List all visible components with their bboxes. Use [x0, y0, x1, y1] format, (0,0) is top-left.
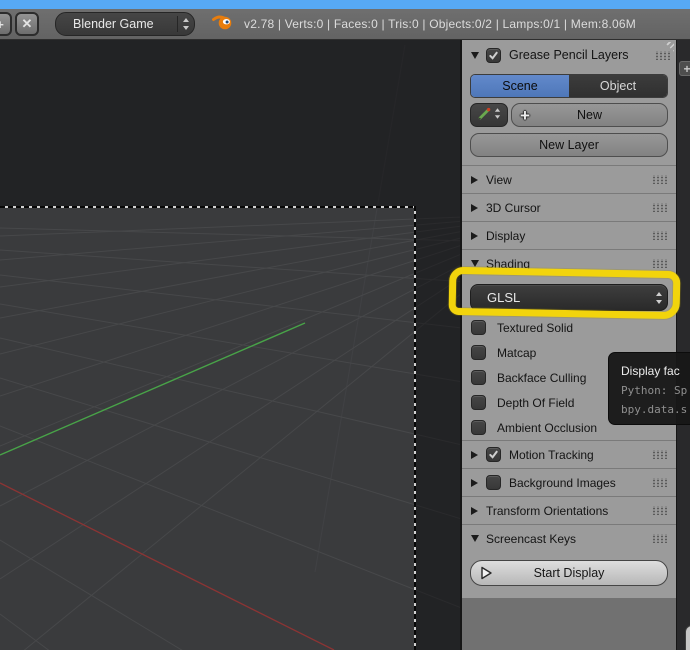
drag-grip-icon[interactable] [652, 534, 667, 543]
pencil-icon [477, 106, 492, 124]
render-border-dim-right [415, 207, 460, 650]
scene-stats-text: v2.78 | Verts:0 | Faces:0 | Tris:0 | Obj… [244, 17, 636, 31]
close-icon: ✕ [21, 16, 33, 31]
render-engine-value: Blender Game [73, 17, 154, 31]
3d-viewport[interactable] [0, 40, 460, 650]
section-view[interactable]: View [462, 165, 676, 193]
drag-grip-icon[interactable] [652, 203, 667, 212]
dropdown-stepper-icon [651, 285, 667, 310]
button-label: New Layer [539, 138, 599, 152]
render-border-dashed-top [0, 206, 416, 208]
section-3d-cursor[interactable]: 3D Cursor [462, 193, 676, 221]
gp-new-button[interactable]: + New [511, 103, 668, 127]
section-label: 3D Cursor [486, 200, 541, 215]
checkbox[interactable] [471, 370, 486, 385]
toggle-label: Textured Solid [497, 320, 574, 335]
tab-label: Scene [502, 79, 538, 93]
panel-grease-pencil-header[interactable]: Grease Pencil Layers [462, 40, 676, 66]
background-images-checkbox[interactable] [486, 475, 501, 490]
section-shading[interactable]: Shading [462, 249, 676, 277]
expand-arrow-icon [471, 203, 478, 212]
gp-new-layer-button[interactable]: New Layer [470, 133, 668, 157]
section-label: Motion Tracking [509, 447, 594, 462]
panel-title: Grease Pencil Layers [509, 48, 629, 62]
expand-arrow-icon [471, 231, 478, 240]
rail-bottom-widget[interactable] [685, 625, 690, 650]
drag-grip-icon[interactable] [655, 50, 670, 60]
drag-grip-icon[interactable] [652, 506, 667, 515]
checkbox[interactable] [471, 395, 486, 410]
plus-icon: + [0, 17, 4, 32]
tooltip-title: Display fac [621, 364, 680, 378]
tooltip-python-line: Python: Sp [621, 384, 688, 397]
tooltip-data-line: bpy.data.s [621, 403, 688, 416]
drag-grip-icon[interactable] [652, 231, 667, 240]
section-label: Screencast Keys [486, 531, 577, 546]
gp-datablock-browse-button[interactable] [470, 103, 508, 127]
section-display[interactable]: Display [462, 221, 676, 249]
drag-grip-icon[interactable] [652, 450, 667, 459]
section-label: Display [486, 228, 526, 243]
collapsed-region-rail: + [676, 40, 690, 650]
render-engine-select[interactable]: Blender Game [55, 12, 195, 36]
render-border-dim-top [0, 40, 460, 207]
toggle-label: Matcap [497, 345, 537, 360]
expand-arrow-icon [471, 450, 478, 459]
drag-grip-icon[interactable] [652, 259, 667, 268]
play-icon [478, 561, 494, 585]
panels-container: Grease Pencil Layers Scene Object + New … [462, 40, 676, 598]
shading-mode-value: GLSL [487, 290, 521, 305]
grease-pencil-checkbox[interactable] [486, 47, 501, 63]
expand-region-button[interactable]: + [679, 61, 690, 76]
blender-window: + ✕ Blender Game v2.78 | Verts:0 | Faces… [0, 0, 690, 650]
shading-mode-dropdown[interactable]: GLSL [470, 284, 668, 311]
button-label: Start Display [533, 566, 605, 580]
section-label: Transform Orientations [486, 503, 609, 518]
tab-object[interactable]: Object [569, 75, 667, 97]
plus-icon: + [520, 105, 530, 125]
section-label: View [486, 172, 512, 187]
section-label: Background Images [509, 475, 616, 490]
drag-grip-icon[interactable] [652, 478, 667, 487]
drag-grip-icon[interactable] [652, 175, 667, 184]
blender-logo-icon [212, 13, 234, 36]
section-screencast-keys[interactable]: Screencast Keys [462, 524, 676, 552]
plus-icon: + [683, 61, 690, 76]
toggle-label: Depth Of Field [497, 395, 575, 410]
section-background-images[interactable]: Background Images [462, 468, 676, 496]
toggle-label: Ambient Occlusion [497, 420, 598, 435]
checkbox[interactable] [471, 420, 486, 435]
properties-region: Grease Pencil Layers Scene Object + New … [460, 40, 676, 650]
expand-arrow-icon [471, 506, 478, 515]
checkbox[interactable] [471, 320, 486, 335]
info-header: + ✕ Blender Game v2.78 | Verts:0 | Faces… [0, 9, 690, 40]
gp-source-tabs: Scene Object [470, 74, 668, 98]
toggle-label: Backface Culling [497, 370, 587, 385]
section-motion-tracking[interactable]: Motion Tracking [462, 440, 676, 468]
browse-stepper-icon [494, 107, 501, 123]
os-titlebar [0, 0, 690, 9]
collapse-arrow-icon [471, 260, 479, 267]
toggle-textured-solid[interactable]: Textured Solid [462, 315, 676, 340]
expand-arrow-icon [471, 175, 478, 184]
add-screen-button[interactable]: + [0, 12, 12, 36]
gp-datablock-row: + New [470, 103, 668, 127]
tab-label: Object [599, 79, 637, 93]
expand-arrow-icon [471, 478, 478, 487]
tab-scene[interactable]: Scene [471, 75, 569, 97]
engine-stepper-icon[interactable] [178, 13, 194, 35]
collapse-arrow-icon [471, 535, 479, 542]
button-label: New [576, 108, 602, 122]
collapse-arrow-icon [471, 51, 479, 59]
render-border-dashed-right [414, 206, 416, 650]
checkbox[interactable] [471, 345, 486, 360]
section-label: Shading [486, 256, 531, 271]
close-screen-button[interactable]: ✕ [15, 12, 39, 36]
start-display-button[interactable]: Start Display [470, 560, 668, 586]
motion-tracking-checkbox[interactable] [486, 447, 501, 462]
section-transform-orientations[interactable]: Transform Orientations [462, 496, 676, 524]
tooltip: Display fac Python: Sp bpy.data.s [608, 352, 690, 425]
